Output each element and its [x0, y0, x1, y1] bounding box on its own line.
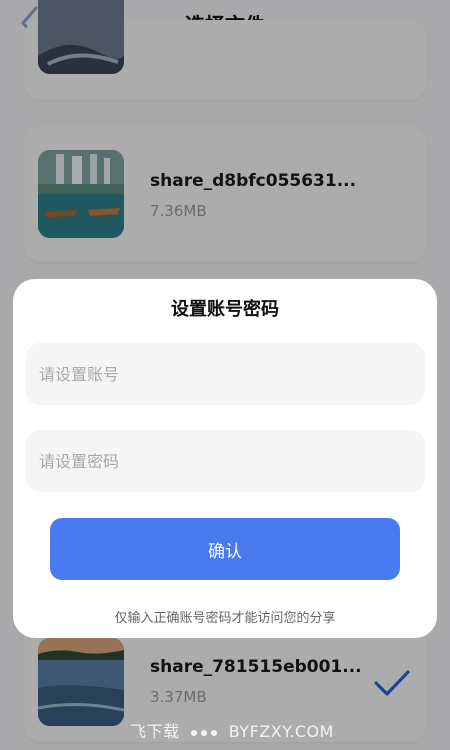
- watermark: 飞下载 BYFZXY.COM: [130, 718, 334, 742]
- confirm-button[interactable]: 确认: [50, 518, 400, 580]
- watermark-dots: [191, 729, 218, 736]
- set-credentials-dialog: 设置账号密码 确认 仅输入正确账号密码才能访问您的分享: [13, 279, 437, 638]
- watermark-left: 飞下载: [130, 722, 180, 741]
- hint-text: 仅输入正确账号密码才能访问您的分享: [114, 611, 336, 626]
- account-input[interactable]: [26, 343, 425, 405]
- watermark-right: BYFZXY.COM: [228, 722, 334, 741]
- dialog-title: 设置账号密码: [171, 299, 279, 320]
- password-input[interactable]: [26, 430, 425, 492]
